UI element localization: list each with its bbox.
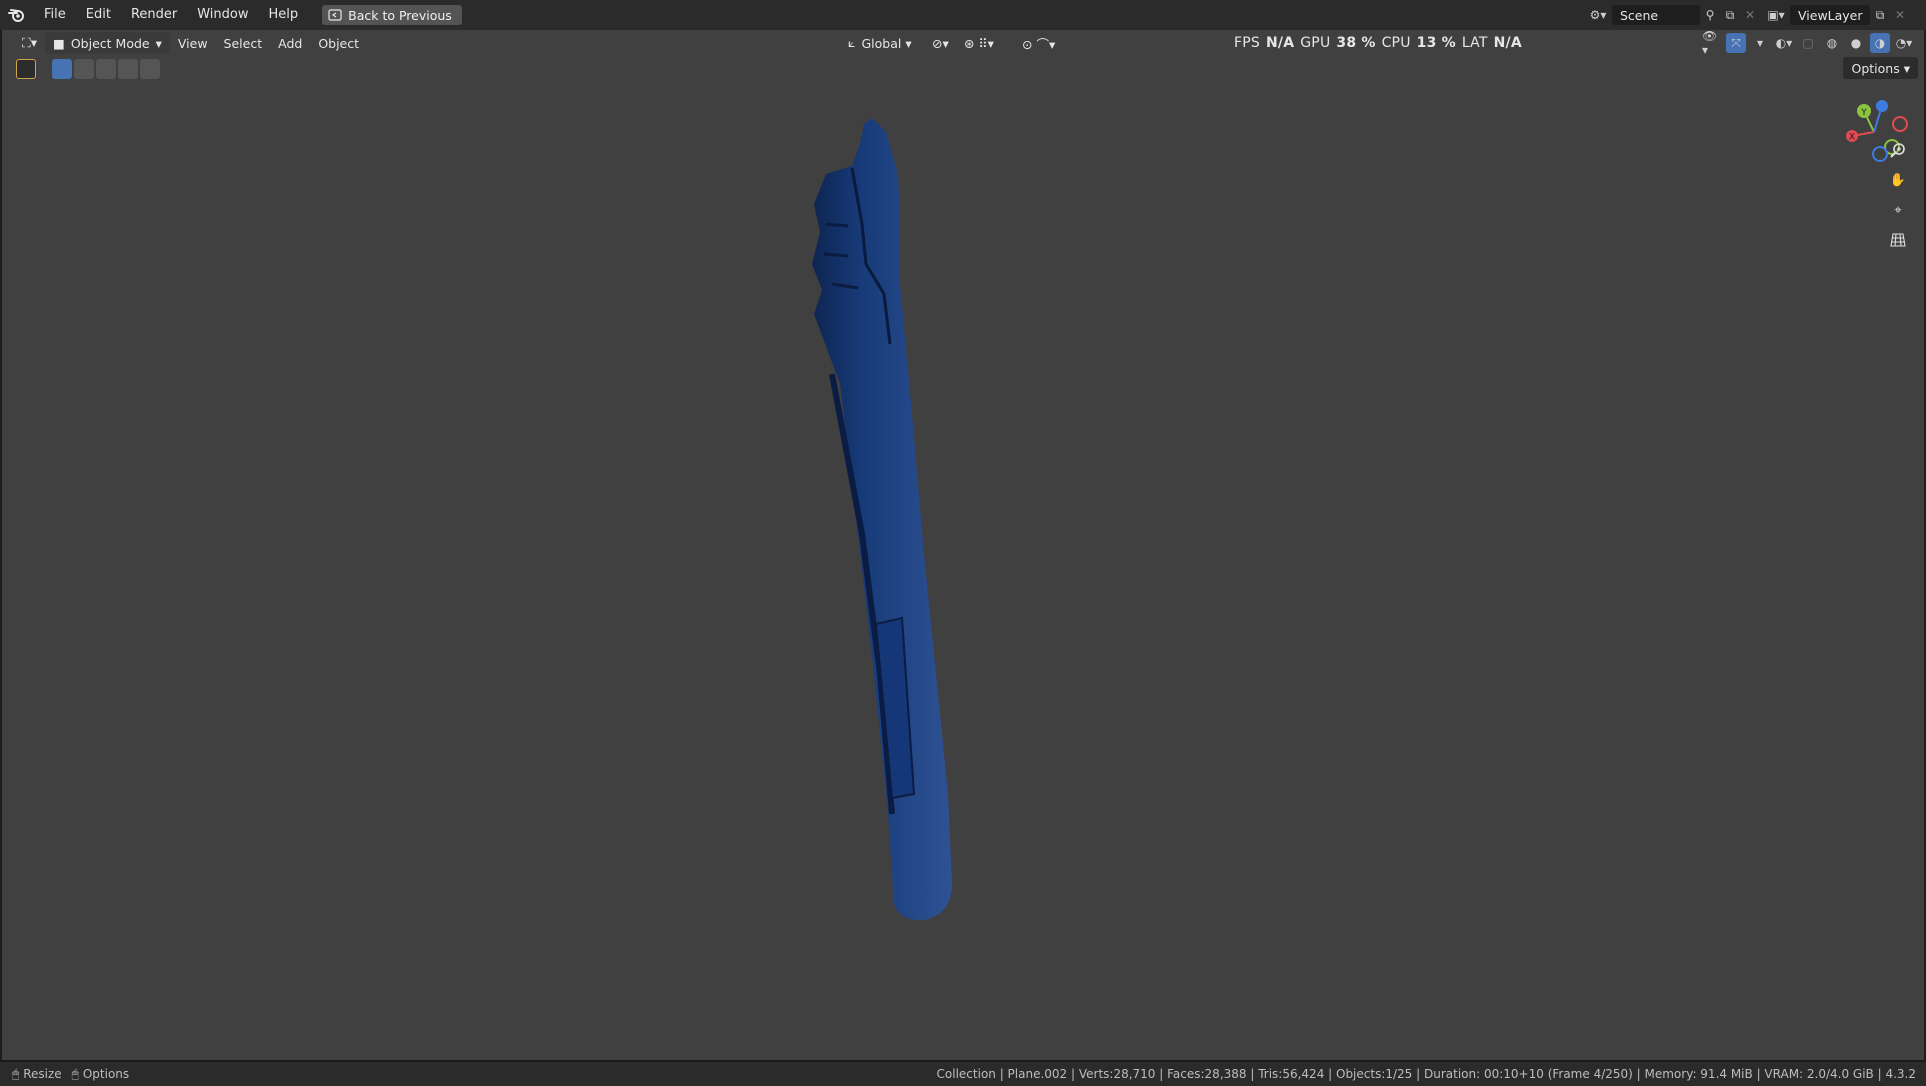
new-scene-icon[interactable]: ⧉ <box>1720 5 1740 25</box>
select-extend-icon[interactable] <box>74 59 94 79</box>
performance-overlay: FPS N/A GPU 38 % CPU 13 % LAT N/A <box>1234 35 1522 51</box>
solid-shading-icon[interactable]: ● <box>1846 33 1866 53</box>
blender-window: File Edit Render Window Help Back to Pre… <box>0 0 1926 1086</box>
visibility-icon[interactable]: 👁▾ <box>1702 29 1722 57</box>
menu-help[interactable]: Help <box>259 0 309 30</box>
select-intersect-icon[interactable] <box>140 59 160 79</box>
chevron-down-icon[interactable]: ▾ <box>1750 33 1770 53</box>
gizmo-neg-x-icon <box>1892 116 1908 132</box>
select-subtract-icon[interactable] <box>96 59 116 79</box>
3d-viewport[interactable]: ⛶▾ ■ Object Mode ▾ View Select Add Objec… <box>2 29 1924 1060</box>
back-to-previous-button[interactable]: Back to Previous <box>322 5 462 25</box>
mouse-icon: 🖱 <box>12 1066 20 1081</box>
chevron-down-icon: ▾ <box>155 35 162 51</box>
menu-render[interactable]: Render <box>121 0 187 30</box>
rendered-shading-icon[interactable]: ◔▾ <box>1894 33 1914 53</box>
orientation-icon: ⟀ <box>848 35 856 50</box>
menu-add[interactable]: Add <box>270 32 310 54</box>
proportional-editing-icon[interactable]: ⊙ ⌒▾ <box>1014 32 1063 54</box>
chevron-down-icon: ▾ <box>905 35 912 51</box>
scene-name-field[interactable]: Scene <box>1612 5 1700 25</box>
cpu-value: 13 % <box>1416 35 1456 51</box>
menu-object[interactable]: Object <box>310 32 367 54</box>
remove-scene-icon[interactable]: ✕ <box>1740 5 1760 25</box>
pin-icon[interactable]: ⚲ <box>1700 5 1720 25</box>
xray-icon[interactable]: ▢ <box>1798 33 1818 53</box>
wireframe-shading-icon[interactable]: ◍ <box>1822 33 1842 53</box>
scene-selector: ⚙▾ Scene ⚲ ⧉ ✕ <box>1588 0 1760 30</box>
gizmo-toggle-icon[interactable]: ⤧ <box>1726 33 1746 53</box>
menu-select[interactable]: Select <box>216 32 271 54</box>
overlay-icon[interactable]: ◐▾ <box>1774 33 1794 53</box>
back-button-label: Back to Previous <box>348 7 452 23</box>
top-menu-bar: File Edit Render Window Help Back to Pre… <box>0 0 1926 31</box>
status-bar: 🖱 Resize 🖱 Options Collection | Plane.00… <box>0 1061 1926 1086</box>
perspective-grid-icon[interactable] <box>1886 228 1910 252</box>
menu-file[interactable]: File <box>34 0 76 30</box>
viewport-shading-controls: 👁▾ ⤧ ▾ ◐▾ ▢ ◍ ● ◑ ◔▾ <box>1702 29 1914 57</box>
gpu-value: 38 % <box>1336 35 1376 51</box>
viewport-header: ⛶▾ ■ Object Mode ▾ View Select Add Objec… <box>2 30 1924 56</box>
select-invert-icon[interactable] <box>118 59 138 79</box>
view-layer-icon[interactable]: ▣▾ <box>1766 5 1786 25</box>
svg-text:X: X <box>1849 133 1855 143</box>
snap-icon[interactable]: ⊛ ⠿▾ <box>956 32 1002 54</box>
menu-edit[interactable]: Edit <box>76 0 121 30</box>
options-dropdown[interactable]: Options ▾ <box>1843 57 1918 79</box>
object-mode-icon: ■ <box>53 35 65 51</box>
object-mode-dropdown[interactable]: ■ Object Mode ▾ <box>45 32 170 54</box>
camera-view-icon[interactable]: ⌖ <box>1886 198 1910 222</box>
status-options-hint: 🖱 Options <box>71 1066 130 1082</box>
status-resize-hint: 🖱 Resize <box>12 1066 62 1082</box>
transform-orientation-dropdown[interactable]: ⟀ Global ▾ <box>840 32 920 54</box>
gizmo-neg-z-icon <box>1872 146 1888 162</box>
gizmo-z-icon <box>1876 100 1888 112</box>
pan-hand-icon[interactable]: ✋ <box>1886 168 1910 192</box>
scene-statistics: Collection | Plane.002 | Verts:28,710 | … <box>936 1067 1916 1081</box>
chevron-down-icon: ▾ <box>1903 60 1910 76</box>
fps-value: N/A <box>1265 35 1295 51</box>
scene-icon[interactable]: ⚙▾ <box>1588 5 1608 25</box>
wrench-model[interactable] <box>802 114 982 954</box>
lat-value: N/A <box>1493 35 1522 51</box>
zoom-icon[interactable] <box>1886 138 1910 162</box>
material-shading-icon[interactable]: ◑ <box>1870 33 1890 53</box>
select-tool-icon[interactable] <box>16 59 36 79</box>
selection-tools <box>16 58 160 80</box>
remove-view-layer-icon[interactable]: ✕ <box>1890 5 1910 25</box>
back-icon <box>328 9 342 21</box>
select-new-icon[interactable] <box>52 59 72 79</box>
menu-window[interactable]: Window <box>187 0 258 30</box>
view-layer-field[interactable]: ViewLayer <box>1790 5 1870 25</box>
new-view-layer-icon[interactable]: ⧉ <box>1870 5 1890 25</box>
editor-type-icon[interactable]: ⛶▾ <box>14 32 45 54</box>
svg-text:Y: Y <box>1860 108 1867 118</box>
pivot-point-icon[interactable]: ⊘▾ <box>924 32 957 54</box>
view-layer-selector: ▣▾ ViewLayer ⧉ ✕ <box>1766 0 1910 30</box>
mouse-icon: 🖱 <box>71 1066 79 1081</box>
blender-logo-icon[interactable] <box>0 0 34 30</box>
menu-view[interactable]: View <box>170 32 216 54</box>
